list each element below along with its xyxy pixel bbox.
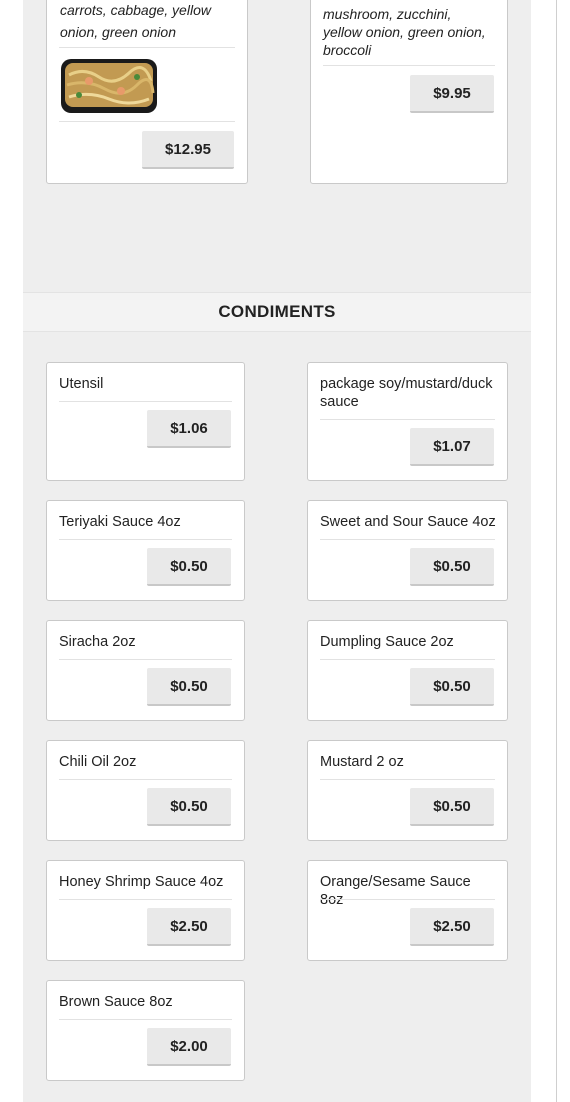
add-to-cart-price-button[interactable]: $0.50 <box>410 788 494 826</box>
add-to-cart-price-button[interactable]: $0.50 <box>410 548 494 586</box>
card-divider <box>59 659 232 660</box>
description-line: mushroom, zucchini, <box>323 6 452 22</box>
card-divider <box>59 1019 232 1020</box>
item-name: Orange/Sesame Sauce 8oz <box>320 874 471 908</box>
item-name: Dumpling Sauce 2oz <box>320 634 454 650</box>
condiment-card[interactable]: package soy/mustard/duck sauce $1.07 <box>307 362 508 481</box>
card-divider <box>59 121 235 122</box>
card-divider <box>323 65 495 66</box>
item-name: Teriyaki Sauce 4oz <box>59 514 181 530</box>
condiment-card[interactable]: Dumpling Sauce 2oz $0.50 <box>307 620 508 721</box>
card-divider <box>320 659 495 660</box>
item-name: Sweet and Sour Sauce 4oz <box>320 514 496 530</box>
item-name: package soy/mustard/duck sauce <box>320 376 493 410</box>
add-to-cart-price-button[interactable]: $0.50 <box>147 788 231 826</box>
condiment-card[interactable]: Brown Sauce 8oz $2.00 <box>46 980 245 1081</box>
add-to-cart-price-button[interactable]: $2.50 <box>410 908 494 946</box>
add-to-cart-price-button[interactable]: $9.95 <box>410 75 494 113</box>
card-divider <box>320 419 495 420</box>
add-to-cart-price-button[interactable]: $2.00 <box>147 1028 231 1066</box>
item-name: Brown Sauce 8oz <box>59 994 173 1010</box>
menu-item-card[interactable]: crisp, cut, and carrots, cabbage, yellow… <box>46 0 248 184</box>
description-line: yellow onion, green onion, <box>323 24 486 40</box>
add-to-cart-price-button[interactable]: $1.06 <box>147 410 231 448</box>
item-name: Mustard 2 oz <box>320 754 404 770</box>
description-line: broccoli <box>323 42 372 58</box>
add-to-cart-price-button[interactable]: $2.50 <box>147 908 231 946</box>
card-divider <box>59 47 235 48</box>
item-name: Honey Shrimp Sauce 4oz <box>59 874 224 890</box>
condiment-card[interactable]: Mustard 2 oz $0.50 <box>307 740 508 841</box>
description-line: onion, green onion <box>60 24 176 40</box>
condiment-card[interactable]: Honey Shrimp Sauce 4oz $2.50 <box>46 860 245 961</box>
add-to-cart-price-button[interactable]: $0.50 <box>147 548 231 586</box>
section-title: CONDIMENTS <box>218 302 336 321</box>
condiment-card[interactable]: Siracha 2oz $0.50 <box>46 620 245 721</box>
card-divider <box>320 539 495 540</box>
card-divider <box>320 779 495 780</box>
description-line: carrots, cabbage, yellow <box>60 2 211 18</box>
menu-item-card[interactable]: mushroom, zucchini, yellow onion, green … <box>310 0 508 184</box>
card-divider <box>320 899 495 900</box>
item-name: Siracha 2oz <box>59 634 136 650</box>
item-name: Chili Oil 2oz <box>59 754 137 770</box>
card-divider <box>59 899 232 900</box>
add-to-cart-price-button[interactable]: $0.50 <box>410 668 494 706</box>
item-name: Utensil <box>59 376 104 392</box>
condiment-card[interactable]: Chili Oil 2oz $0.50 <box>46 740 245 841</box>
card-divider <box>59 401 232 402</box>
condiment-card[interactable]: Sweet and Sour Sauce 4oz $0.50 <box>307 500 508 601</box>
lo-mein-dish-image <box>61 59 157 113</box>
section-header-condiments: CONDIMENTS <box>23 292 531 332</box>
add-to-cart-price-button[interactable]: $12.95 <box>142 131 234 169</box>
condiment-card[interactable]: Orange/Sesame Sauce 8oz $2.50 <box>307 860 508 961</box>
card-divider <box>59 779 232 780</box>
scrollbar-track <box>556 0 557 1102</box>
condiment-card[interactable]: Utensil $1.06 <box>46 362 245 481</box>
add-to-cart-price-button[interactable]: $1.07 <box>410 428 494 466</box>
add-to-cart-price-button[interactable]: $0.50 <box>147 668 231 706</box>
card-divider <box>59 539 232 540</box>
condiment-card[interactable]: Teriyaki Sauce 4oz $0.50 <box>46 500 245 601</box>
